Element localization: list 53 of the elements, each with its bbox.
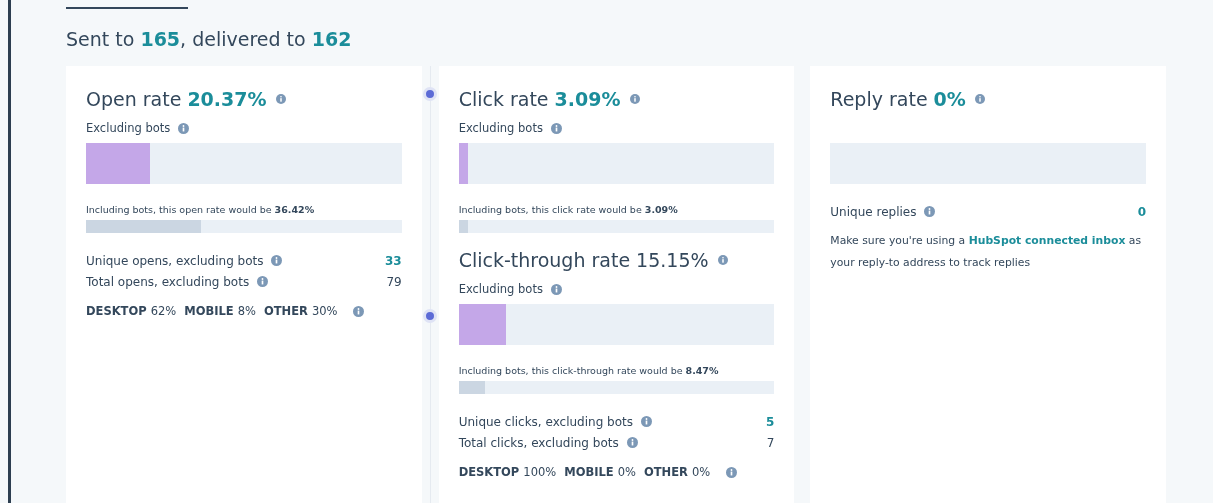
info-icon[interactable] xyxy=(629,94,640,104)
stat-label: Unique opens, excluding bots xyxy=(86,253,264,268)
info-icon[interactable] xyxy=(550,122,562,134)
device-share: 100% xyxy=(523,465,557,479)
connected-inbox-link[interactable]: HubSpot connected inbox xyxy=(968,234,1126,247)
metric-value: 15.15% xyxy=(636,249,709,271)
device-share: 8% xyxy=(237,304,256,318)
bar-label: Excluding bots xyxy=(86,121,171,135)
stat-label: Unique replies xyxy=(830,204,917,219)
stat-label: Unique clicks, excluding bots xyxy=(458,414,633,429)
bar-label: Excluding bots xyxy=(458,121,543,135)
bots-note: Including bots, this click rate would be 3.09% xyxy=(458,204,679,215)
info-icon[interactable] xyxy=(924,206,936,217)
bots-note: Including bots, this click-through rate would be 8.47% xyxy=(458,365,720,376)
stat-value: 79 xyxy=(386,274,402,289)
metric-title: Click-through rate xyxy=(458,249,631,271)
stat-value: 5 xyxy=(765,414,775,429)
device-label: DESKTOP xyxy=(86,304,147,318)
device-share: 0% xyxy=(617,465,636,479)
bots-note: Including bots, this open rate would be 36.42% xyxy=(86,204,316,215)
device-label: OTHER xyxy=(263,304,308,318)
metric-value: 3.09% xyxy=(554,88,621,110)
summary-heading: Sent to 165, delivered to 162 xyxy=(66,28,353,50)
info-icon[interactable] xyxy=(641,416,652,427)
stat-value: 7 xyxy=(766,435,775,450)
reply-hint: Make sure you're using a HubSpot connected inbox as your reply-to address to track replies xyxy=(830,233,1143,271)
device-label: DESKTOP xyxy=(458,465,520,479)
device-share: 30% xyxy=(311,304,338,318)
stat-label: Total opens, excluding bots xyxy=(86,274,250,289)
metric-value: 20.37% xyxy=(187,88,267,110)
device-label: MOBILE xyxy=(184,304,234,318)
device-label: OTHER xyxy=(643,465,688,479)
info-icon[interactable] xyxy=(726,466,738,478)
device-share: 62% xyxy=(150,304,177,318)
stat-label: Total clicks, excluding bots xyxy=(458,435,619,450)
info-icon[interactable] xyxy=(275,94,286,104)
info-icon[interactable] xyxy=(550,283,562,295)
metric-title: Reply rate xyxy=(830,88,928,110)
info-icon[interactable] xyxy=(974,94,985,104)
stat-value: 33 xyxy=(384,253,402,268)
info-icon[interactable] xyxy=(271,255,283,266)
metric-title: Open rate xyxy=(86,88,182,110)
metric-title: Click rate xyxy=(458,88,549,110)
info-icon[interactable] xyxy=(626,437,638,448)
device-share: 0% xyxy=(691,465,711,479)
bar-label: Excluding bots xyxy=(458,282,543,296)
info-icon[interactable] xyxy=(257,276,269,287)
info-icon[interactable] xyxy=(178,122,190,134)
stat-value: 0 xyxy=(1137,204,1146,219)
info-icon[interactable] xyxy=(353,305,365,317)
device-label: MOBILE xyxy=(564,465,614,479)
metric-value: 0% xyxy=(933,88,966,110)
info-icon[interactable] xyxy=(717,255,728,265)
